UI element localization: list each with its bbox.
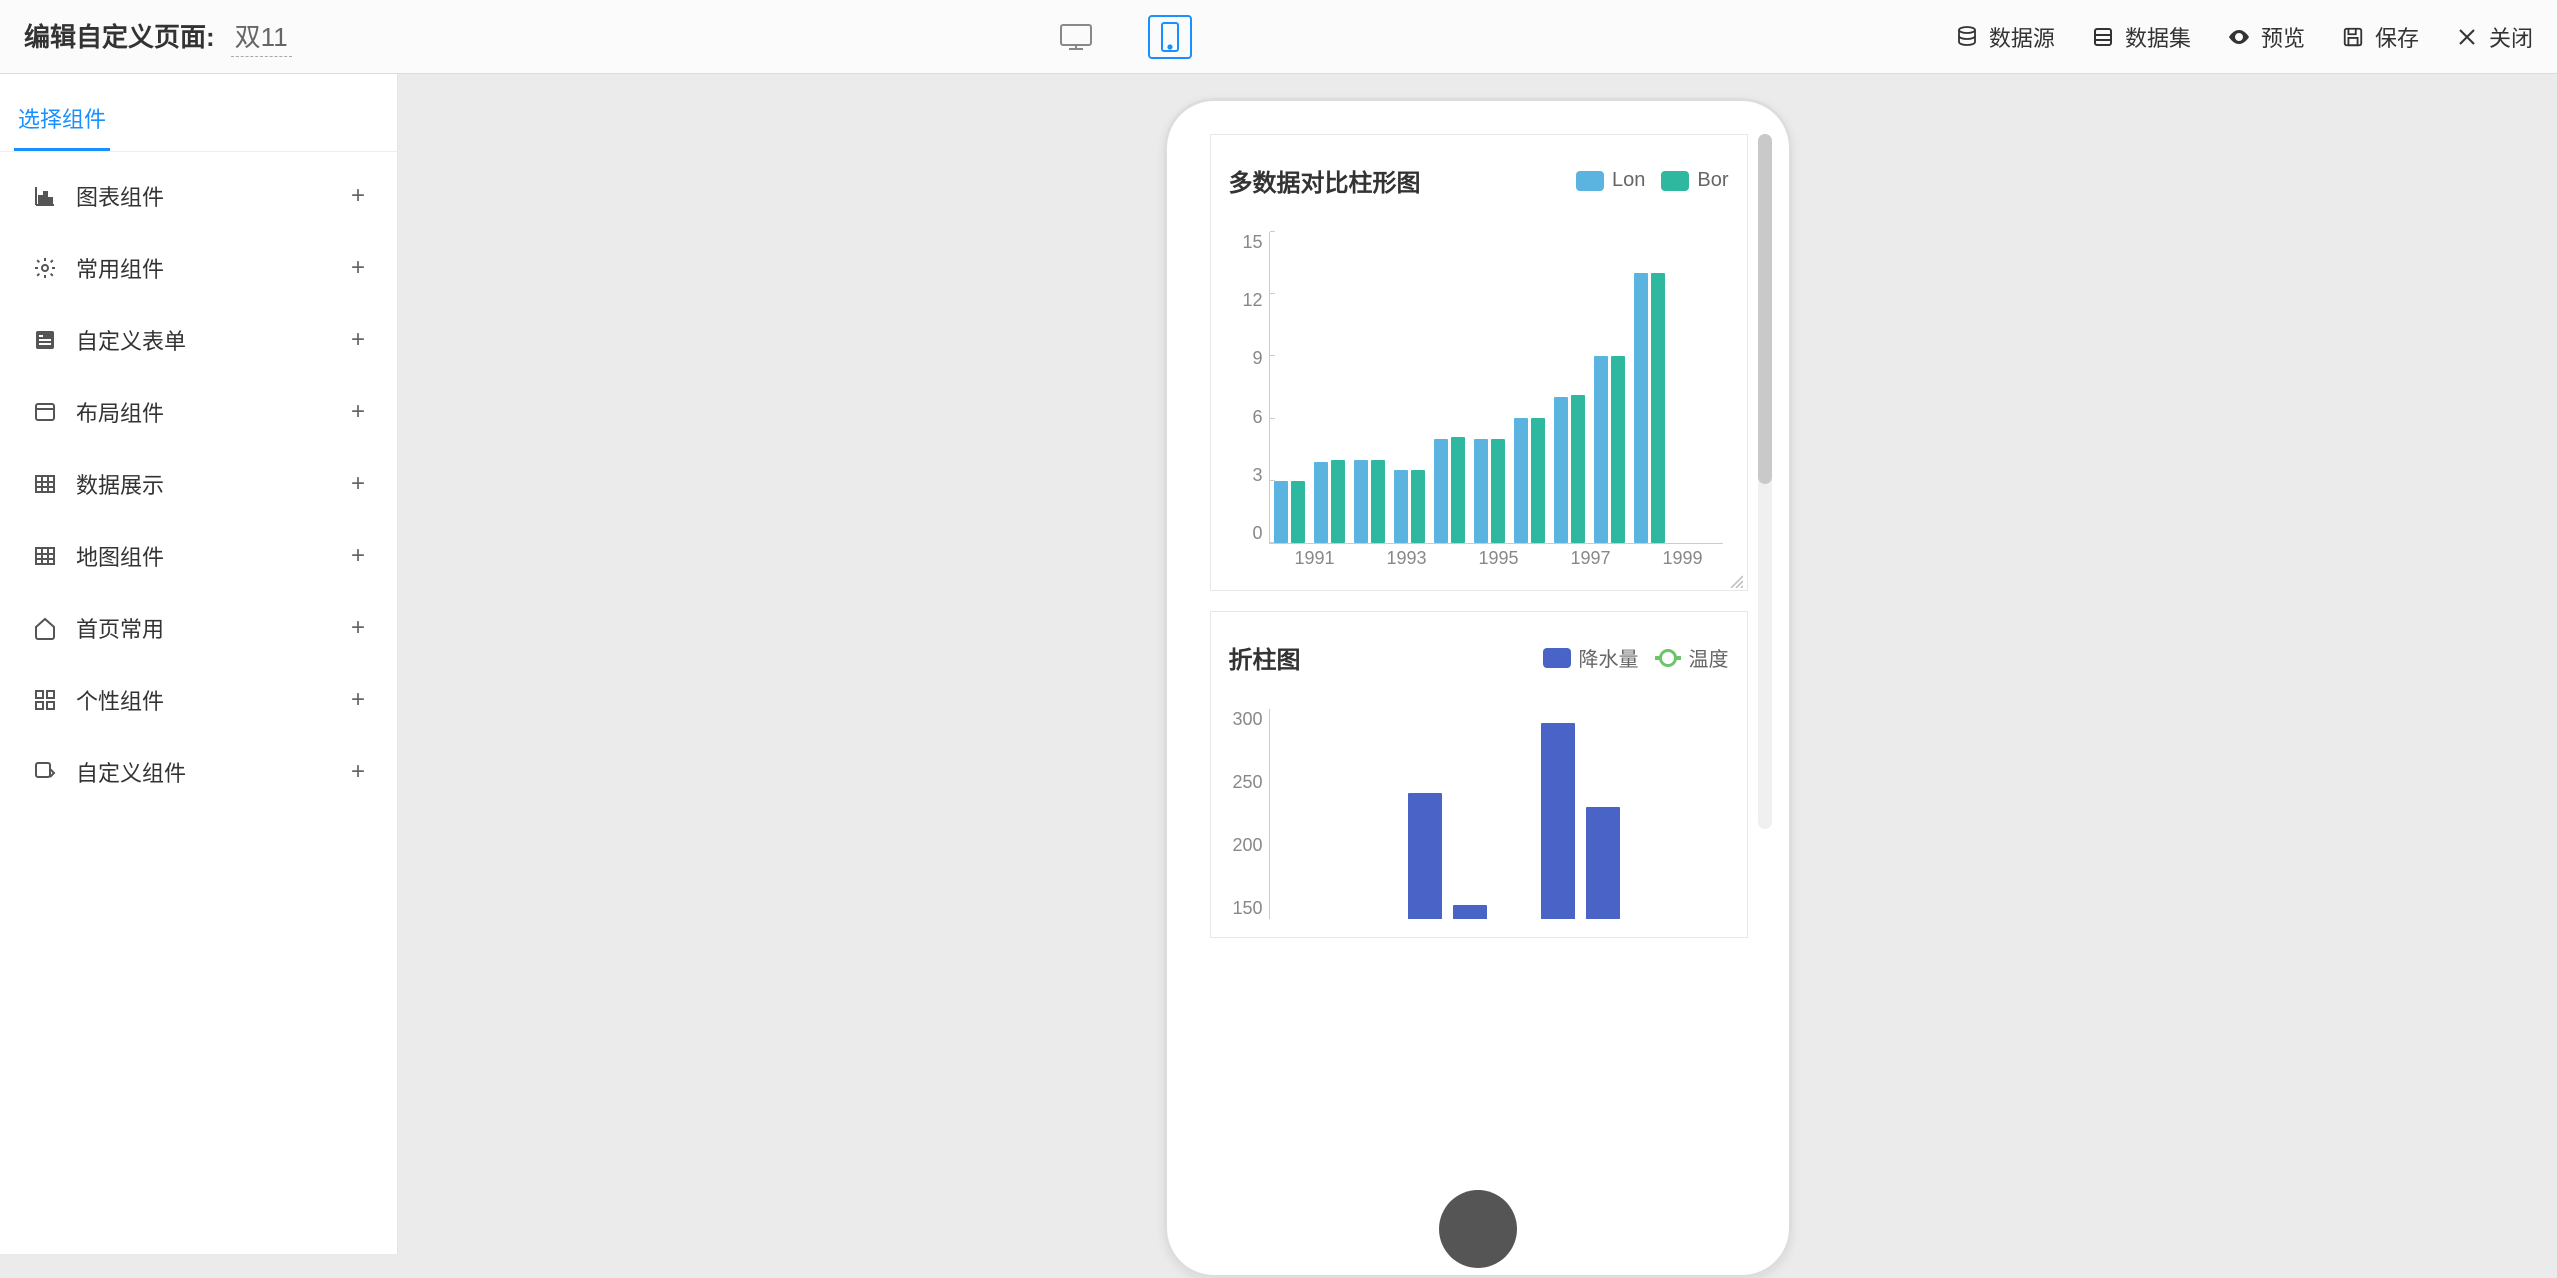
line-marker-icon <box>1655 656 1681 660</box>
chart1-title: 多数据对比柱形图 <box>1229 163 1421 198</box>
data-set-label: 数据集 <box>2125 21 2191 53</box>
expand-icon: + <box>351 758 365 786</box>
close-icon <box>2455 25 2479 49</box>
sidebar-item-label: 个性组件 <box>76 684 164 716</box>
expand-icon: + <box>351 542 365 570</box>
expand-icon: + <box>351 254 365 282</box>
sidebar-item-label: 地图组件 <box>76 540 164 572</box>
save-button[interactable]: 保存 <box>2341 21 2419 53</box>
phone-frame: 多数据对比柱形图 Lon Bor 15129630 19911993199519… <box>1164 98 1792 1278</box>
home-icon <box>32 615 58 641</box>
sidebar-item-label: 数据展示 <box>76 468 164 500</box>
table-icon <box>32 471 58 497</box>
sidebar-item-1[interactable]: 常用组件 + <box>14 232 383 304</box>
scrollbar[interactable] <box>1758 134 1772 829</box>
sidebar-item-5[interactable]: 地图组件 + <box>14 520 383 592</box>
sidebar-item-label: 常用组件 <box>76 252 164 284</box>
save-label: 保存 <box>2375 21 2419 53</box>
resize-handle-icon[interactable] <box>1727 570 1743 586</box>
sidebar: 选择组件 图表组件+常用组件+自定义表单+布局组件+数据展示+地图组件+首页常用… <box>0 74 398 1254</box>
chart2-plot: 300250200150 <box>1229 709 1729 919</box>
data-source-label: 数据源 <box>1989 21 2055 53</box>
expand-icon: + <box>351 398 365 426</box>
gear-icon <box>32 255 58 281</box>
data-set-button[interactable]: 数据集 <box>2091 21 2191 53</box>
chart2-title: 折柱图 <box>1229 640 1301 675</box>
sidebar-item-8[interactable]: 自定义组件 + <box>14 736 383 808</box>
expand-icon: + <box>351 326 365 354</box>
list-icon <box>2091 25 2115 49</box>
header: 编辑自定义页面: 双11 数据源 数据集 预览 <box>0 0 2557 74</box>
database-icon <box>1955 25 1979 49</box>
sidebar-item-4[interactable]: 数据展示 + <box>14 448 383 520</box>
phone-home-button-icon <box>1439 1190 1517 1268</box>
data-source-button[interactable]: 数据源 <box>1955 21 2055 53</box>
close-button[interactable]: 关闭 <box>2455 21 2533 53</box>
close-label: 关闭 <box>2489 21 2533 53</box>
expand-icon: + <box>351 614 365 642</box>
table-icon <box>32 543 58 569</box>
sidebar-item-label: 首页常用 <box>76 612 164 644</box>
sidebar-item-label: 自定义表单 <box>76 324 186 356</box>
expand-icon: + <box>351 470 365 498</box>
legend1-a: Lon <box>1612 169 1645 192</box>
desktop-view-button[interactable] <box>1054 15 1098 59</box>
form-icon <box>32 327 58 353</box>
bar-chart-icon <box>32 183 58 209</box>
save-icon <box>2341 25 2365 49</box>
sidebar-item-label: 图表组件 <box>76 180 164 212</box>
preview-button[interactable]: 预览 <box>2227 21 2305 53</box>
chart2-legend: 降水量 温度 <box>1543 643 1729 672</box>
sidebar-item-7[interactable]: 个性组件 + <box>14 664 383 736</box>
sidebar-item-label: 自定义组件 <box>76 756 186 788</box>
preview-label: 预览 <box>2261 21 2305 53</box>
chart-card-bar-compare[interactable]: 多数据对比柱形图 Lon Bor 15129630 19911993199519… <box>1210 134 1748 591</box>
legend2-a: 降水量 <box>1579 643 1639 672</box>
chart1-plot: 15129630 19911993199519971999 <box>1229 232 1729 572</box>
layout-icon <box>32 399 58 425</box>
canvas: 多数据对比柱形图 Lon Bor 15129630 19911993199519… <box>398 74 2557 1254</box>
mobile-view-button[interactable] <box>1148 15 1192 59</box>
chart-card-bar-line[interactable]: 折柱图 降水量 温度 300250200150 <box>1210 611 1748 938</box>
tab-select-components[interactable]: 选择组件 <box>14 94 110 151</box>
sidebar-item-0[interactable]: 图表组件 + <box>14 160 383 232</box>
expand-icon: + <box>351 182 365 210</box>
scrollbar-thumb[interactable] <box>1758 134 1772 484</box>
page-title-label: 编辑自定义页面: <box>24 17 215 54</box>
sidebar-item-label: 布局组件 <box>76 396 164 428</box>
custom-icon <box>32 759 58 785</box>
sidebar-item-6[interactable]: 首页常用 + <box>14 592 383 664</box>
eye-icon <box>2227 25 2251 49</box>
page-name-input[interactable]: 双11 <box>231 17 292 57</box>
legend1-b: Bor <box>1697 169 1728 192</box>
legend2-b: 温度 <box>1689 643 1729 672</box>
chart1-legend: Lon Bor <box>1576 169 1729 192</box>
sidebar-item-2[interactable]: 自定义表单 + <box>14 304 383 376</box>
grid-icon <box>32 687 58 713</box>
expand-icon: + <box>351 686 365 714</box>
sidebar-item-3[interactable]: 布局组件 + <box>14 376 383 448</box>
